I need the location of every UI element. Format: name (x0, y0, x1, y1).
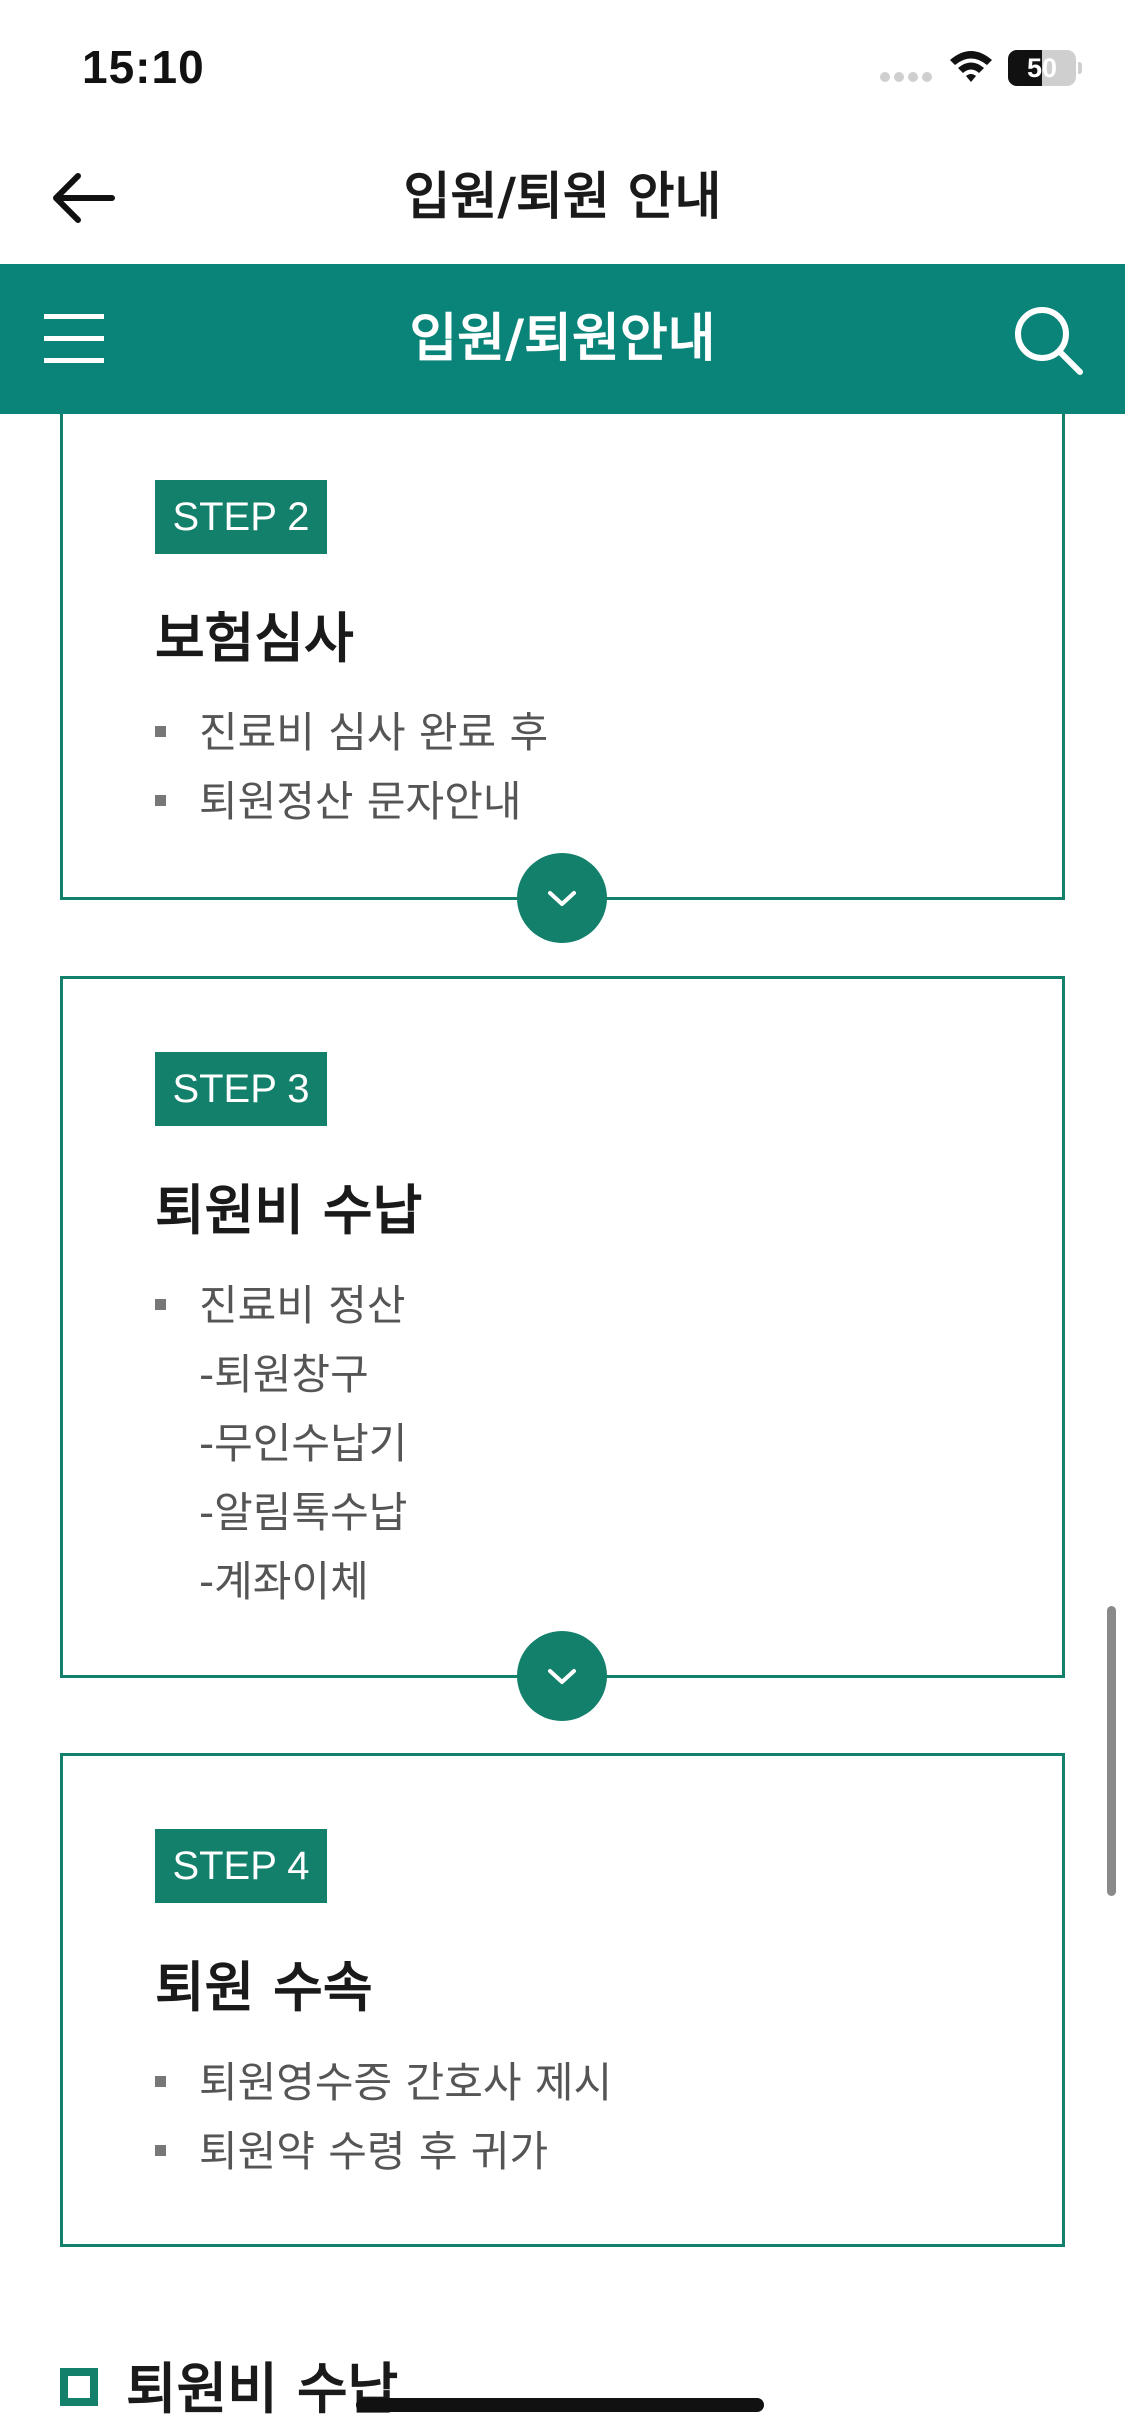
list-sub-item: -무인수납기 (199, 1419, 408, 1468)
list-sub-item: -알림톡수납 (199, 1488, 408, 1537)
battery-icon: 50 (1008, 50, 1082, 86)
step-title: 퇴원 수속 (155, 1956, 373, 2019)
list-sub-item: -계좌이체 (199, 1557, 369, 1606)
app-screen: 15:10 50 입원/퇴원 안내 입원/퇴원안내 STEP 2 보험심사 진료… (0, 0, 1125, 2436)
section-heading: 퇴원비 수납 (60, 2356, 960, 2436)
app-header: 입원/퇴원 안내 (0, 132, 1125, 264)
step-title: 보험심사 (155, 607, 354, 670)
step-card: STEP 2 보험심사 진료비 심사 완료 후 퇴원정산 문자안내 (60, 414, 1065, 900)
wifi-icon (950, 51, 992, 82)
step-connector (517, 853, 607, 943)
cellular-signal-icon (880, 72, 934, 82)
section-square-icon (60, 2368, 98, 2406)
list-item: 퇴원약 수령 후 귀가 (155, 2117, 612, 2186)
step-card: STEP 3 퇴원비 수납 진료비 정산 -퇴원창구 -무인수납기 -알림톡수납… (60, 976, 1065, 1678)
chevron-down-icon (548, 891, 576, 906)
menu-button[interactable] (40, 304, 112, 374)
search-icon (1015, 307, 1083, 375)
step-badge: STEP 2 (155, 480, 327, 554)
nav-title: 입원/퇴원안내 (409, 309, 716, 369)
list-item: 퇴원영수증 간호사 제시 (155, 2048, 612, 2117)
arrow-left-icon (53, 173, 115, 223)
step-card: STEP 4 퇴원 수속 퇴원영수증 간호사 제시 퇴원약 수령 후 귀가 (60, 1753, 1065, 2247)
list-item: 진료비 정산 (155, 1271, 407, 1340)
step-connector (517, 1631, 607, 1721)
list-item: 퇴원정산 문자안내 (155, 767, 548, 836)
step-list: 퇴원영수증 간호사 제시 퇴원약 수령 후 귀가 (155, 2048, 612, 2186)
scrollbar[interactable] (1107, 1606, 1116, 1896)
search-button[interactable] (1010, 302, 1086, 378)
list-item: 진료비 심사 완료 후 (155, 698, 548, 767)
status-time: 15:10 (82, 41, 205, 93)
list-sub-item: -퇴원창구 (199, 1350, 369, 1399)
back-button[interactable] (48, 166, 120, 230)
step-badge: STEP 4 (155, 1829, 327, 1903)
section-title: 퇴원비 수납 (126, 2357, 399, 2421)
status-bar: 15:10 50 (0, 0, 1125, 132)
step-list: 진료비 심사 완료 후 퇴원정산 문자안내 (155, 698, 548, 836)
battery-level: 50 (1026, 53, 1058, 83)
step-title: 퇴원비 수납 (155, 1179, 423, 1242)
step-badge: STEP 3 (155, 1052, 327, 1126)
nav-bar: 입원/퇴원안내 (0, 264, 1125, 414)
home-indicator[interactable] (356, 2398, 764, 2412)
chevron-down-icon (548, 1669, 576, 1684)
page-title: 입원/퇴원 안내 (403, 168, 722, 227)
hamburger-menu-icon (44, 314, 104, 363)
step-list: 진료비 정산 -퇴원창구 -무인수납기 -알림톡수납 -계좌이체 (155, 1271, 407, 1616)
